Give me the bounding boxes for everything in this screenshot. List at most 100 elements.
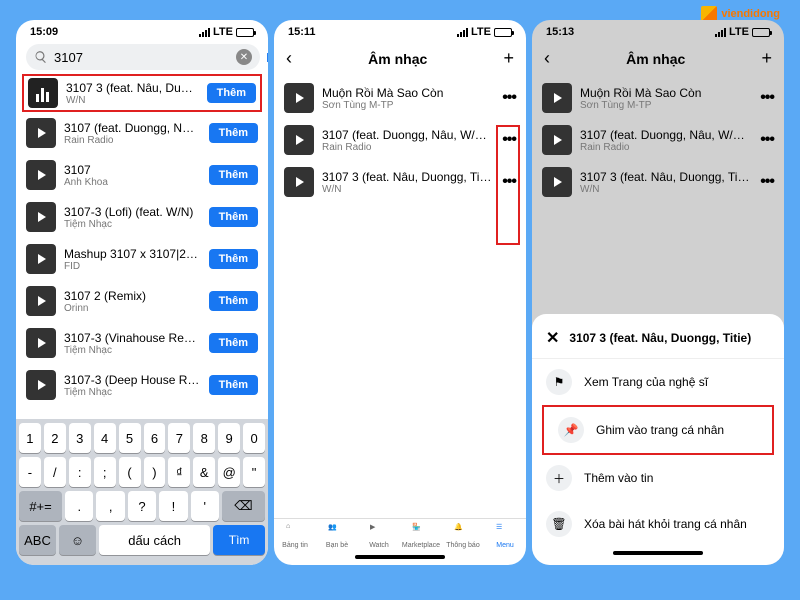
key[interactable]: ? — [128, 491, 156, 521]
add-song-button[interactable]: Thêm — [209, 165, 258, 185]
key[interactable]: ; — [94, 457, 116, 487]
add-song-button[interactable]: Thêm — [209, 375, 258, 395]
keyboard[interactable]: 1234567890 -/:;()₫&@" #+= .,?!' ⌫ ABC ☺ … — [16, 419, 268, 565]
key-backspace[interactable]: ⌫ — [222, 491, 265, 521]
key[interactable]: / — [44, 457, 66, 487]
song-row[interactable]: Muộn Rồi Mà Sao CònSơn Tùng M-TP ••• — [274, 77, 526, 119]
album-thumb — [26, 118, 56, 148]
song-artist: W/N — [322, 184, 494, 195]
trash-icon: 🗑 — [546, 511, 572, 537]
song-row[interactable]: 3107 (feat. Duongg, Nâu, W/N) ERain Radi… — [16, 112, 268, 154]
key[interactable]: 0 — [243, 423, 265, 453]
more-icon: ••• — [760, 173, 774, 191]
key[interactable]: @ — [218, 457, 240, 487]
tab-menu[interactable]: ☰Menu — [484, 523, 526, 549]
key[interactable]: 3 — [69, 423, 91, 453]
song-row[interactable]: 3107 (feat. Duongg, Nâu, W/N) ERain Radi… — [274, 119, 526, 161]
album-thumb — [284, 83, 314, 113]
key[interactable]: 4 — [94, 423, 116, 453]
tab-watch[interactable]: ▶Watch — [358, 523, 400, 549]
key[interactable]: , — [96, 491, 124, 521]
album-thumb — [26, 202, 56, 232]
add-song-button[interactable]: Thêm — [209, 249, 258, 269]
key[interactable]: ! — [159, 491, 187, 521]
song-title: Mashup 3107 x 3107|2 (FID Remix) — [64, 247, 201, 261]
add-song-button[interactable]: Thêm — [209, 333, 258, 353]
song-row[interactable]: 3107 2 (Remix)OrinnThêm — [16, 280, 268, 322]
key-search[interactable]: Tìm — [213, 525, 265, 555]
key[interactable]: - — [19, 457, 41, 487]
key[interactable]: 2 — [44, 423, 66, 453]
key-space[interactable]: dấu cách — [99, 525, 210, 555]
song-row[interactable]: 3107-3 (Vinahouse Remix) [feat. Ti…Tiệm … — [16, 322, 268, 364]
more-icon[interactable]: ••• — [502, 173, 516, 191]
tab-bạn bè[interactable]: 👥Bạn bè — [316, 523, 358, 549]
plus-icon: ＋ — [546, 465, 572, 491]
tab-marketplace[interactable]: 🏪Marketplace — [400, 523, 442, 549]
key[interactable]: ' — [191, 491, 219, 521]
album-thumb — [26, 328, 56, 358]
key-abc[interactable]: ABC — [19, 525, 56, 555]
panel-action-sheet: 15:13 LTE ‹ Âm nhạc + Muộn Rồi Mà Sao Cò… — [532, 20, 784, 565]
tab-label: Bảng tin — [282, 542, 308, 549]
key[interactable]: " — [243, 457, 265, 487]
clear-icon[interactable]: ✕ — [236, 49, 252, 65]
close-icon[interactable]: ✕ — [546, 328, 559, 348]
song-row[interactable]: 3107Anh KhoaThêm — [16, 154, 268, 196]
key[interactable]: 6 — [144, 423, 166, 453]
network: LTE — [213, 26, 233, 38]
tab-thông báo[interactable]: 🔔Thông báo — [442, 523, 484, 549]
key[interactable]: & — [193, 457, 215, 487]
album-thumb — [26, 160, 56, 190]
sheet-item[interactable]: ⚑Xem Trang của nghệ sĩ — [532, 359, 784, 405]
tab-label: Marketplace — [402, 542, 440, 549]
add-song-button[interactable]: Thêm — [209, 207, 258, 227]
search-input[interactable] — [54, 50, 230, 65]
flag-icon: ⚑ — [546, 369, 572, 395]
sheet-item[interactable]: 📌Ghim vào trang cá nhân — [542, 405, 774, 455]
key[interactable]: : — [69, 457, 91, 487]
add-song-button[interactable]: Thêm — [207, 83, 256, 103]
more-icon[interactable]: ••• — [502, 131, 516, 149]
song-row[interactable]: 3107-3 (Lofi) (feat. W/N)Tiệm NhạcThêm — [16, 196, 268, 238]
song-row[interactable]: 3107-3 (Deep House Remix) [feat.…Tiệm Nh… — [16, 364, 268, 406]
key[interactable]: 8 — [193, 423, 215, 453]
add-song-button[interactable]: Thêm — [209, 291, 258, 311]
back-button[interactable]: ‹ — [286, 48, 292, 69]
network: LTE — [729, 26, 749, 38]
sheet-item[interactable]: 🗑Xóa bài hát khỏi trang cá nhân — [532, 501, 784, 547]
back-button[interactable]: ‹ — [544, 48, 550, 69]
key[interactable]: ( — [119, 457, 141, 487]
key[interactable]: 9 — [218, 423, 240, 453]
more-icon: ••• — [760, 131, 774, 149]
status-bar: 15:09 LTE — [16, 20, 268, 40]
song-title: 3107-3 (Lofi) (feat. W/N) — [64, 205, 201, 219]
search-box[interactable]: ✕ — [26, 44, 260, 70]
add-button[interactable]: + — [761, 48, 772, 69]
key[interactable]: 1 — [19, 423, 41, 453]
key[interactable]: ) — [144, 457, 166, 487]
key[interactable]: ₫ — [168, 457, 190, 487]
song-title: 3107 (feat. Duongg, Nâu, W/N) E — [64, 121, 201, 135]
more-icon: ••• — [760, 89, 774, 107]
key[interactable]: . — [65, 491, 93, 521]
music-list: Muộn Rồi Mà Sao CònSơn Tùng M-TP ••• 310… — [274, 77, 526, 518]
more-icon[interactable]: ••• — [502, 89, 516, 107]
cancel-button[interactable]: Hủy — [266, 50, 268, 65]
sheet-item[interactable]: ＋Thêm vào tin — [532, 455, 784, 501]
add-button[interactable]: + — [503, 48, 514, 69]
add-song-button[interactable]: Thêm — [209, 123, 258, 143]
album-thumb — [542, 167, 572, 197]
key[interactable]: 7 — [168, 423, 190, 453]
key[interactable]: 5 — [119, 423, 141, 453]
tab-label: Bạn bè — [326, 542, 348, 549]
battery-icon — [752, 28, 770, 37]
key-shift[interactable]: #+= — [19, 491, 62, 521]
tab-bảng tin[interactable]: ⌂Bảng tin — [274, 523, 316, 549]
song-title: 3107 3 (feat. Nâu, Duongg, Titie) — [66, 81, 199, 95]
song-row[interactable]: Mashup 3107 x 3107|2 (FID Remix)FIDThêm — [16, 238, 268, 280]
key-emoji[interactable]: ☺ — [59, 525, 96, 555]
song-row: 3107 (feat. Duongg, Nâu, W/N) ERain Radi… — [532, 119, 784, 161]
time: 15:11 — [288, 26, 316, 38]
song-row[interactable]: 3107 3 (feat. Nâu, Duongg, Titie)W/N ••• — [274, 161, 526, 203]
